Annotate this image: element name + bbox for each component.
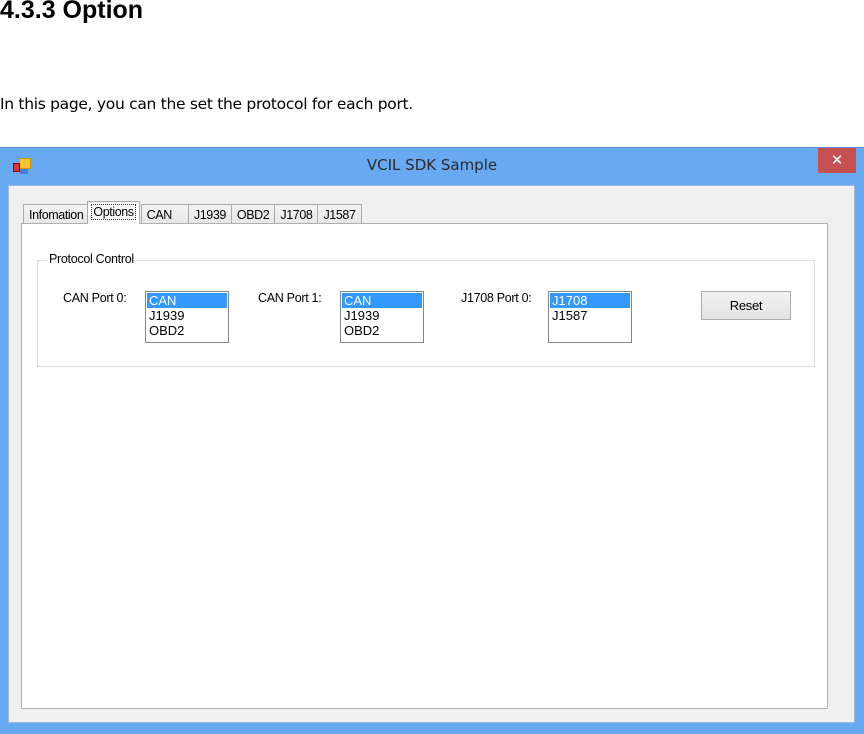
title-bar[interactable]: VCIL SDK Sample ✕: [0, 148, 864, 184]
tab-can[interactable]: CAN: [140, 204, 189, 224]
reset-button[interactable]: Reset: [701, 291, 791, 320]
list-item[interactable]: OBD2: [147, 323, 227, 338]
tab-information[interactable]: Infomation: [23, 204, 90, 224]
tab-options[interactable]: Options: [87, 201, 140, 224]
list-item[interactable]: CAN: [342, 293, 422, 308]
list-item[interactable]: CAN: [147, 293, 227, 308]
j1708-port0-label: J1708 Port 0:: [461, 291, 532, 305]
list-item[interactable]: OBD2: [342, 323, 422, 338]
section-description: In this page, you can the set the protoc…: [0, 95, 413, 113]
list-item[interactable]: J1708: [550, 293, 630, 308]
tab-strip: Infomation Options CAN J1939 OBD2 J1708 …: [23, 201, 362, 224]
window-client-area: Infomation Options CAN J1939 OBD2 J1708 …: [8, 185, 855, 723]
list-item[interactable]: J1587: [550, 308, 630, 323]
can-port0-listbox[interactable]: CAN J1939 OBD2: [145, 291, 229, 343]
window-title: VCIL SDK Sample: [366, 156, 498, 174]
group-title: Protocol Control: [47, 252, 136, 266]
tab-obd2[interactable]: OBD2: [230, 204, 276, 224]
j1708-port0-listbox[interactable]: J1708 J1587: [548, 291, 632, 343]
close-button[interactable]: ✕: [818, 148, 856, 173]
tab-j1939[interactable]: J1939: [187, 204, 232, 224]
tab-j1708[interactable]: J1708: [274, 204, 319, 224]
protocol-control-group: Protocol Control CAN Port 0: CAN J1939 O…: [37, 252, 815, 367]
options-tab-page: Protocol Control CAN Port 0: CAN J1939 O…: [21, 223, 828, 709]
app-window: VCIL SDK Sample ✕ Infomation Options CAN…: [0, 147, 864, 734]
list-item[interactable]: J1939: [147, 308, 227, 323]
can-port1-label: CAN Port 1:: [258, 291, 322, 305]
section-heading: 4.3.3 Option: [0, 0, 144, 24]
can-port1-listbox[interactable]: CAN J1939 OBD2: [340, 291, 424, 343]
tab-j1587[interactable]: J1587: [317, 204, 362, 224]
tab-options-label: Options: [91, 204, 136, 220]
close-icon: ✕: [830, 151, 844, 169]
list-item[interactable]: J1939: [342, 308, 422, 323]
can-port0-label: CAN Port 0:: [63, 291, 127, 305]
